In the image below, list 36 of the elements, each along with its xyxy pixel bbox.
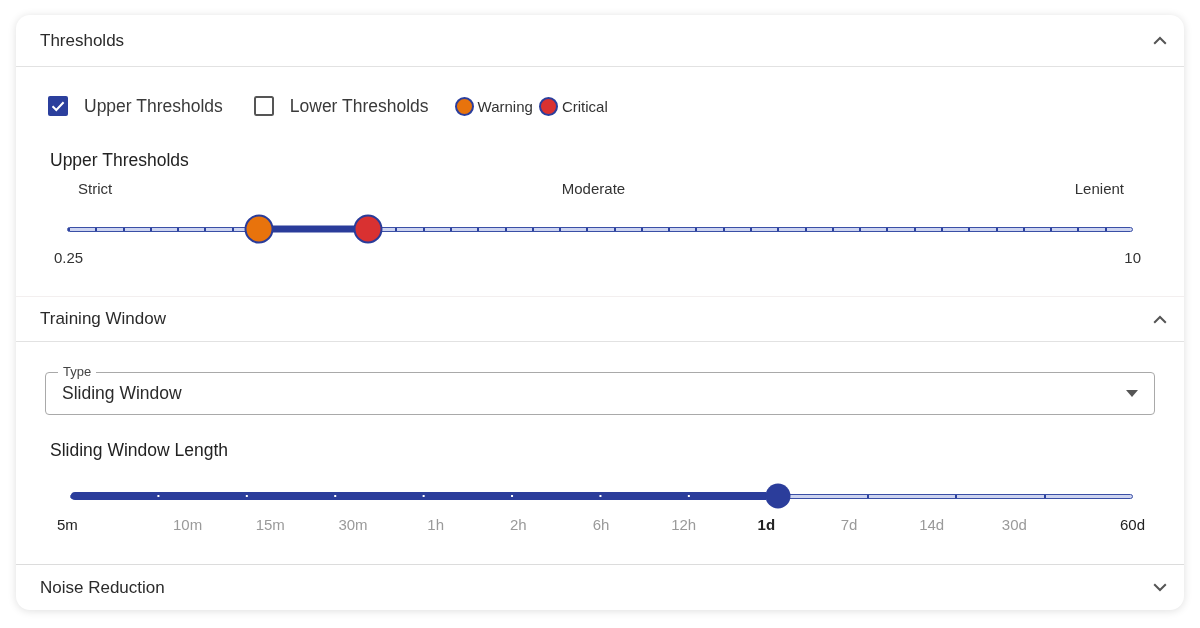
legend-label: Critical [561,97,608,115]
slider-thumb[interactable] [244,214,274,244]
tick-label[interactable]: 1h [427,517,444,533]
tick-label[interactable]: 12h [671,517,697,533]
checkbox[interactable] [253,96,274,116]
slider-title: Upper Thresholds [50,150,189,170]
checkbox-label[interactable]: Upper Thresholds [84,95,223,117]
tick-label[interactable]: 30m [338,517,368,533]
tick-label[interactable]: 5m [57,517,78,533]
min-value-label: 0.25 [54,250,84,266]
slider-title: Sliding Window Length [50,440,229,460]
chevron-down-icon[interactable] [1153,583,1167,592]
field-label: Type [58,364,97,380]
tick-label[interactable]: 30d [1001,517,1027,533]
slider-thumb[interactable] [353,214,383,244]
tick-label[interactable]: 15m [255,517,285,533]
caret-down-icon[interactable] [1126,390,1138,397]
tick-label[interactable]: 14d [919,517,945,533]
tick-label[interactable]: 10m [173,517,203,533]
tick-label[interactable]: 60d [1119,517,1145,533]
max-value-label: 10 [1124,250,1141,266]
section-title: Training Window [40,309,166,329]
checkbox[interactable] [48,96,68,116]
chevron-up-icon[interactable] [1153,314,1167,324]
legend-label: Warning [477,97,533,115]
tick-label[interactable]: 2h [509,517,527,533]
chevron-up-icon[interactable] [1153,36,1167,45]
checkbox-label[interactable]: Lower Thresholds [289,95,429,117]
tick-label[interactable]: 1d [757,517,776,533]
slider-thumb[interactable] [765,483,791,509]
section-title: Thresholds [40,30,125,51]
scale-label: Strict [78,181,113,197]
tick-label[interactable]: 6h [592,517,610,533]
scale-label: Lenient [1074,181,1124,197]
scale-label: Moderate [561,181,626,197]
tick-label[interactable]: 7d [840,517,858,533]
